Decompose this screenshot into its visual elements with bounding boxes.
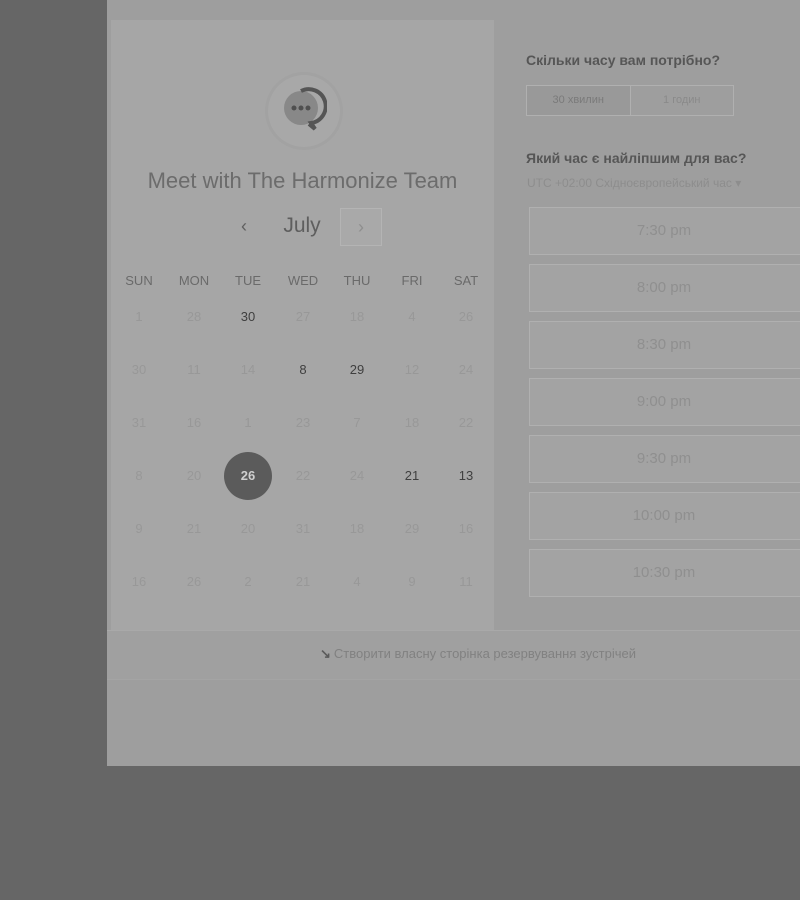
unavailable-day: 7	[353, 415, 361, 430]
unavailable-day: 20	[186, 468, 202, 483]
unavailable-day: 1	[244, 415, 252, 430]
duration-option-1hour[interactable]: 1 годин	[631, 86, 734, 115]
weekday-thu: THU	[343, 273, 371, 288]
unavailable-day: 21	[295, 574, 311, 589]
unavailable-day: 18	[349, 309, 365, 324]
unavailable-day: 29	[404, 521, 420, 536]
footer-link-text: Створити власну сторінка резервування зу…	[333, 646, 636, 661]
unavailable-day: 18	[404, 415, 420, 430]
unavailable-day: 11	[187, 362, 201, 377]
available-day[interactable]: 29	[330, 355, 384, 385]
unavailable-day: 16	[186, 415, 202, 430]
unavailable-day: 1	[135, 309, 143, 324]
timezone-dropdown[interactable]: UTC +02:00 Східноєвропейський час ▾	[527, 176, 741, 190]
time-slot[interactable]: 9:00 pm	[529, 378, 800, 426]
unavailable-day: 9	[135, 521, 143, 536]
unavailable-day: 18	[349, 521, 365, 536]
unavailable-day: 22	[458, 415, 474, 430]
unavailable-day: 9	[408, 574, 416, 589]
unavailable-day: 20	[240, 521, 256, 536]
unavailable-day: 8	[135, 468, 143, 483]
unavailable-day: 30	[131, 362, 147, 377]
page-title: Meet with The Harmonize Team	[147, 168, 458, 193]
unavailable-day: 21	[186, 521, 202, 536]
unavailable-day: 31	[295, 521, 311, 536]
unavailable-day: 4	[408, 309, 416, 324]
weekday-tue: TUE	[235, 273, 261, 288]
selected-day[interactable]: 26	[224, 452, 272, 500]
unavailable-day: 24	[458, 362, 474, 377]
unavailable-day: 26	[458, 309, 474, 324]
time-slot[interactable]: 10:30 pm	[529, 549, 800, 597]
unavailable-day: 16	[458, 521, 474, 536]
create-booking-page-link[interactable]: ↘ Створити власну сторінка резервування з…	[320, 646, 636, 662]
month-label: July	[283, 214, 321, 237]
unavailable-day: 4	[353, 574, 361, 589]
available-day[interactable]: 13	[439, 461, 493, 491]
arrow-icon: ↘	[320, 646, 331, 661]
weekday-sun: SUN	[125, 273, 153, 288]
time-question: Який час є найліпшим для вас?	[526, 150, 747, 166]
unavailable-day: 31	[131, 415, 147, 430]
time-slot[interactable]: 10:00 pm	[529, 492, 800, 540]
time-slot[interactable]: 8:30 pm	[529, 321, 800, 369]
time-slot[interactable]: 9:30 pm	[529, 435, 800, 483]
unavailable-day: 24	[349, 468, 365, 483]
unavailable-day: 2	[244, 574, 252, 589]
unavailable-day: 16	[131, 574, 147, 589]
duration-option-30min[interactable]: 30 хвилин	[527, 86, 631, 115]
unavailable-day: 26	[186, 574, 202, 589]
prev-month-button[interactable]: ‹	[232, 212, 256, 240]
weekday-sat: SAT	[453, 273, 479, 288]
available-day[interactable]: 30	[221, 302, 275, 332]
available-day[interactable]: 8	[276, 355, 330, 385]
time-slot[interactable]: 8:00 pm	[529, 264, 800, 312]
unavailable-day: 23	[295, 415, 311, 430]
unavailable-day: 27	[295, 309, 311, 324]
duration-toggle: 30 хвилин 1 годин	[526, 85, 734, 116]
unavailable-day: 12	[404, 362, 420, 377]
unavailable-day: 14	[240, 362, 256, 377]
chat-bubble-icon	[284, 87, 327, 131]
unavailable-day: 28	[186, 309, 202, 324]
weekday-fri: FRI	[401, 273, 423, 288]
unavailable-day: 22	[295, 468, 311, 483]
weekday-wed: WED	[287, 273, 319, 288]
time-slot[interactable]: 7:30 pm	[529, 207, 800, 255]
weekday-mon: MON	[178, 273, 210, 288]
next-month-button[interactable]: ›	[340, 208, 382, 246]
duration-question: Скільки часу вам потрібно?	[526, 52, 721, 68]
available-day[interactable]: 21	[385, 461, 439, 491]
organizer-avatar	[265, 72, 343, 150]
unavailable-day: 11	[459, 574, 473, 589]
